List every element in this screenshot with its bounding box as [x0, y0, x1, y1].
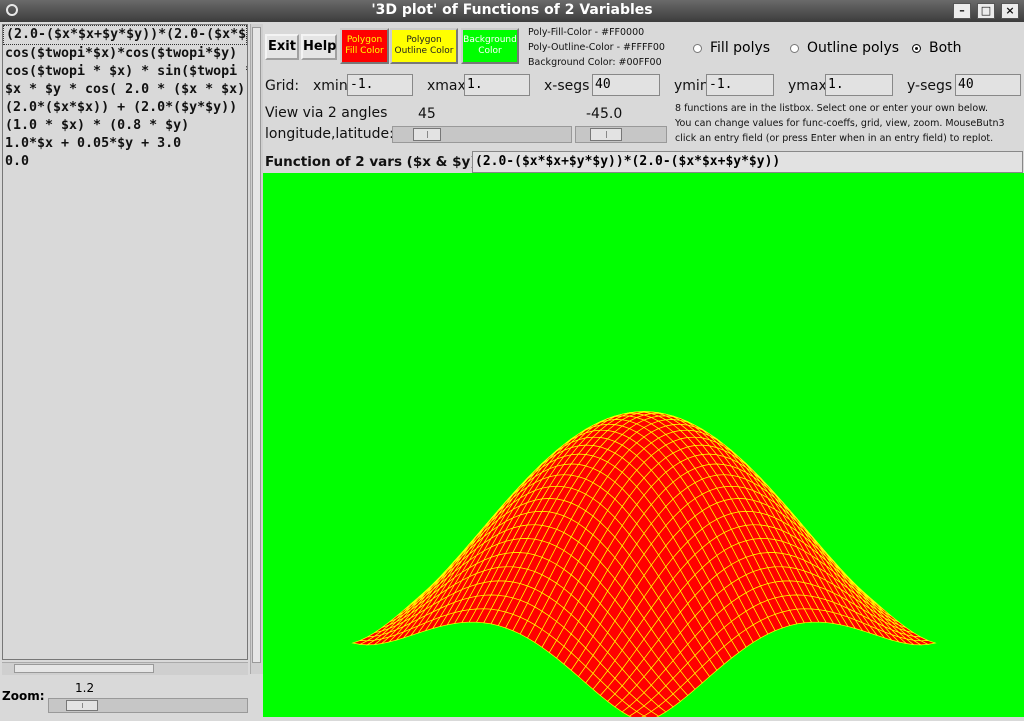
xmax-field[interactable]: 1. [464, 74, 530, 96]
ymax-label: ymax [788, 78, 827, 94]
title-bar: '3D plot' of Functions of 2 Variables – … [0, 0, 1024, 22]
xsegs-field[interactable]: 40 [592, 74, 660, 96]
radio-label: Fill polys [710, 40, 771, 56]
list-item[interactable]: 0.0 [3, 153, 247, 171]
function-entry[interactable]: (2.0-($x*$x+$y*$y))*(2.0-($x*$x+$y*$y)) [472, 151, 1023, 173]
help-note-line: 8 functions are in the listbox. Select o… [675, 103, 989, 114]
function-listbox[interactable]: (2.0-($x*$x+$y*$y))*(2.0-($x*$x cos($two… [2, 24, 248, 660]
poly-fill-color-info: Poly-Fill-Color - #FF0000 [528, 27, 645, 38]
list-item[interactable]: cos($twopi*$x)*cos($twopi*$y) [3, 45, 247, 63]
scrollbar-thumb[interactable] [252, 27, 261, 663]
maximize-icon[interactable]: □ [977, 3, 995, 19]
function-label: Function of 2 vars ($x & $y): [265, 154, 482, 170]
list-item[interactable]: 1.0*$x + 0.05*$y + 3.0 [3, 135, 247, 153]
radio-indicator[interactable] [693, 43, 702, 53]
zoom-value: 1.2 [75, 681, 95, 695]
list-item[interactable]: (1.0 * $x) * (0.8 * $y) [3, 117, 247, 135]
longitude-latitude-label: longitude,latitude: [265, 126, 394, 142]
plot-canvas[interactable] [263, 173, 1024, 721]
help-button[interactable]: Help [301, 34, 337, 60]
radio-label: Both [929, 40, 962, 56]
window-title: '3D plot' of Functions of 2 Variables [371, 2, 653, 18]
ymin-label: ymin [674, 78, 709, 94]
minimize-icon[interactable]: – [953, 3, 971, 19]
latitude-value: -45.0 [586, 106, 623, 122]
list-item[interactable]: (2.0-($x*$x+$y*$y))*(2.0-($x*$x [3, 25, 247, 45]
zoom-slider-thumb[interactable] [66, 700, 98, 711]
latitude-slider[interactable] [575, 126, 667, 143]
radio-label: Outline polys [807, 40, 900, 56]
ysegs-field[interactable]: 40 [955, 74, 1021, 96]
longitude-slider-thumb[interactable] [413, 128, 441, 141]
list-item[interactable]: $x * $y * cos( 2.0 * ($x * $x) [3, 81, 247, 99]
xmax-label: xmax [427, 78, 466, 94]
list-item[interactable]: (2.0*($x*$x)) + (2.0*($y*$y)) [3, 99, 247, 117]
app-window: '3D plot' of Functions of 2 Variables – … [0, 0, 1024, 721]
polygon-fill-color-button[interactable]: Polygon Fill Color [340, 28, 389, 64]
surface-plot [351, 411, 937, 721]
xsegs-label: x-segs [544, 78, 590, 94]
ymin-field[interactable]: -1. [706, 74, 774, 96]
help-note-line: click an entry field (or press Enter whe… [675, 133, 994, 144]
zoom-slider[interactable] [48, 698, 248, 713]
grid-label: Grid: [265, 78, 300, 94]
outline-polys-radio[interactable]: Outline polys [790, 40, 899, 56]
zoom-label: Zoom: [2, 689, 45, 703]
listbox-horizontal-scrollbar[interactable] [2, 662, 248, 675]
background-color-info: Background Color: #00FF00 [528, 57, 662, 68]
background-color-button[interactable]: Background Color [461, 28, 519, 64]
listbox-vertical-scrollbar[interactable] [250, 24, 263, 674]
xmin-field[interactable]: -1. [347, 74, 413, 96]
ysegs-label: y-segs [907, 78, 953, 94]
polygon-outline-color-button[interactable]: Polygon Outline Color [390, 28, 458, 64]
radio-indicator[interactable] [912, 43, 921, 53]
list-item[interactable]: cos($twopi * $x) * sin($twopi * [3, 63, 247, 81]
view-angles-label: View via 2 angles [265, 105, 388, 121]
latitude-slider-thumb[interactable] [590, 128, 622, 141]
poly-outline-color-info: Poly-Outline-Color - #FFFF00 [528, 42, 665, 53]
both-radio[interactable]: Both [912, 40, 962, 56]
longitude-value: 45 [418, 106, 436, 122]
longitude-slider[interactable] [392, 126, 572, 143]
fill-polys-radio[interactable]: Fill polys [693, 40, 770, 56]
close-icon[interactable]: × [1001, 3, 1019, 19]
scrollbar-thumb[interactable] [14, 664, 154, 673]
surface-mesh [351, 411, 937, 721]
xmin-label: xmin [313, 78, 348, 94]
help-note-line: You can change values for func-coeffs, g… [675, 118, 1005, 129]
radio-indicator[interactable] [790, 43, 799, 53]
exit-button[interactable]: Exit [265, 34, 299, 60]
ymax-field[interactable]: 1. [825, 74, 893, 96]
